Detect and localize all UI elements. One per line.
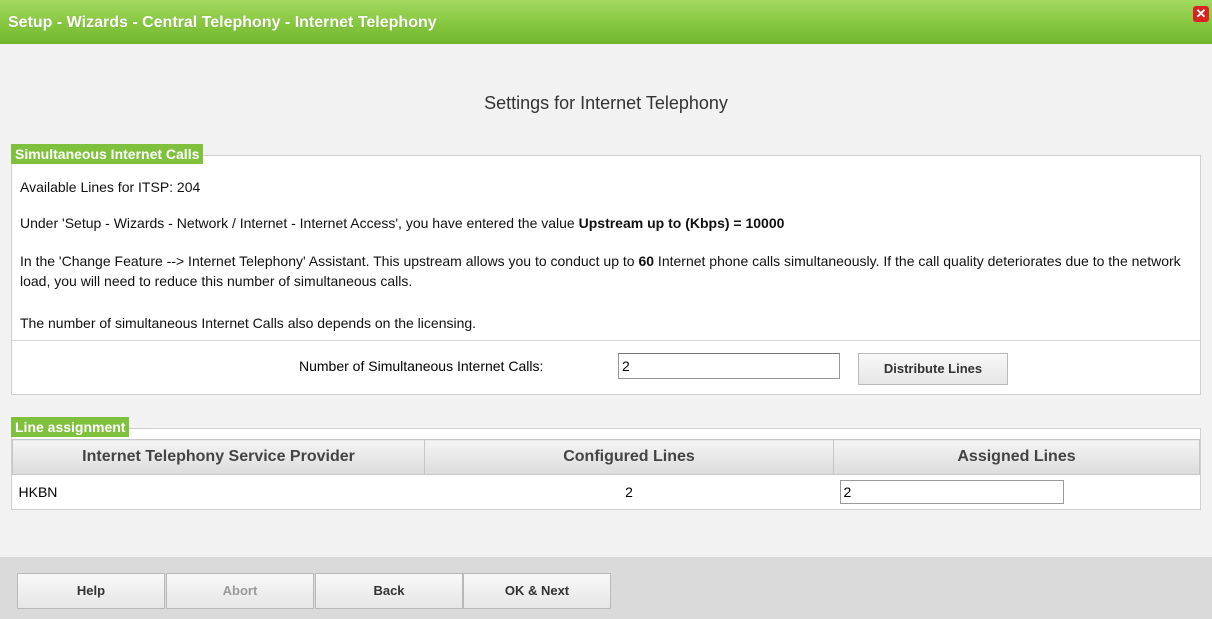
ok-next-button[interactable]: OK & Next — [463, 573, 611, 609]
column-header-configured: Configured Lines — [424, 439, 834, 475]
provider-cell: HKBN — [18, 484, 58, 500]
close-icon[interactable]: ✕ — [1193, 6, 1209, 22]
simultaneous-calls-input[interactable] — [618, 353, 840, 379]
page-heading: Settings for Internet Telephony — [484, 93, 728, 113]
assigned-lines-input[interactable] — [839, 480, 1064, 504]
upstream-value: Upstream up to (Kbps) = 10000 — [578, 215, 785, 231]
column-header-assigned: Assigned Lines — [833, 439, 1200, 475]
back-button[interactable]: Back — [315, 573, 463, 609]
configured-lines-cell: 2 — [625, 484, 633, 500]
line-assignment-legend: Line assignment — [11, 417, 130, 437]
abort-button[interactable]: Abort — [166, 573, 314, 609]
line-assignment-table: Internet Telephony Service Provider Conf… — [12, 439, 1200, 509]
simultaneous-calls-label: Number of Simultaneous Internet Calls: — [299, 358, 544, 374]
column-header-provider: Internet Telephony Service Provider — [12, 439, 425, 475]
footer-bar: Help Abort Back OK & Next — [0, 557, 1212, 619]
window-title: Setup - Wizards - Central Telephony - In… — [8, 14, 437, 31]
table-header-row: Internet Telephony Service Provider Conf… — [12, 439, 1200, 475]
max-calls-value: 60 — [638, 253, 655, 269]
line-assignment-group: Internet Telephony Service Provider Conf… — [11, 428, 1201, 510]
table-row: HKBN 2 — [13, 475, 1200, 510]
available-lines-text: Available Lines for ITSP: 204 — [20, 179, 201, 195]
title-bar: Setup - Wizards - Central Telephony - In… — [0, 0, 1212, 44]
upstream-prefix: Under 'Setup - Wizards - Network / Inter… — [20, 215, 579, 231]
simultaneous-calls-legend: Simultaneous Internet Calls — [11, 144, 204, 164]
distribute-lines-button[interactable]: Distribute Lines — [858, 353, 1008, 385]
licensing-text: The number of simultaneous Internet Call… — [20, 315, 477, 331]
assigned-lines-cell — [834, 475, 1200, 510]
simultaneous-calls-group: Available Lines for ITSP: 204 Under 'Set… — [11, 155, 1201, 395]
assistant-prefix: In the 'Change Feature --> Internet Tele… — [20, 253, 639, 269]
upstream-info-text: Under 'Setup - Wizards - Network / Inter… — [20, 215, 784, 231]
help-button[interactable]: Help — [17, 573, 165, 609]
simultaneous-calls-row: Number of Simultaneous Internet Calls: D… — [12, 340, 1200, 395]
assistant-info-text: In the 'Change Feature --> Internet Tele… — [20, 251, 1190, 291]
